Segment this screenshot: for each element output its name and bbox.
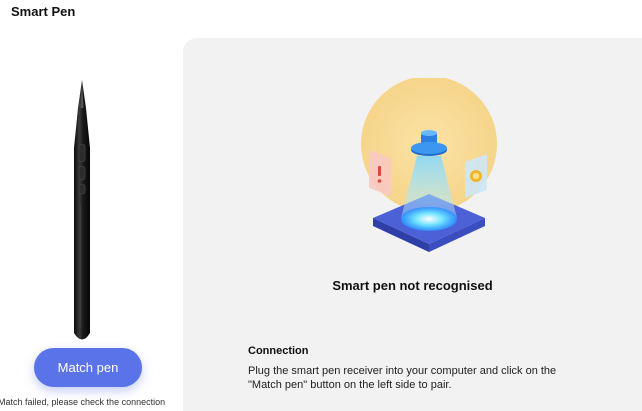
smart-pen-image [60, 78, 104, 346]
match-status-text: Match failed, please check the connectio… [0, 397, 166, 407]
match-pen-button[interactable]: Match pen [34, 348, 142, 387]
page-title: Smart Pen [11, 4, 76, 19]
connection-heading: Connection [248, 345, 309, 357]
status-panel: Smart pen not recognised Connection Plug… [183, 38, 642, 411]
connection-instructions: Plug the smart pen receiver into your co… [248, 365, 557, 391]
left-panel: Match pen Match failed, please check the… [0, 28, 182, 411]
status-title: Smart pen not recognised [332, 278, 493, 293]
pen-receiver-illustration [353, 76, 503, 258]
